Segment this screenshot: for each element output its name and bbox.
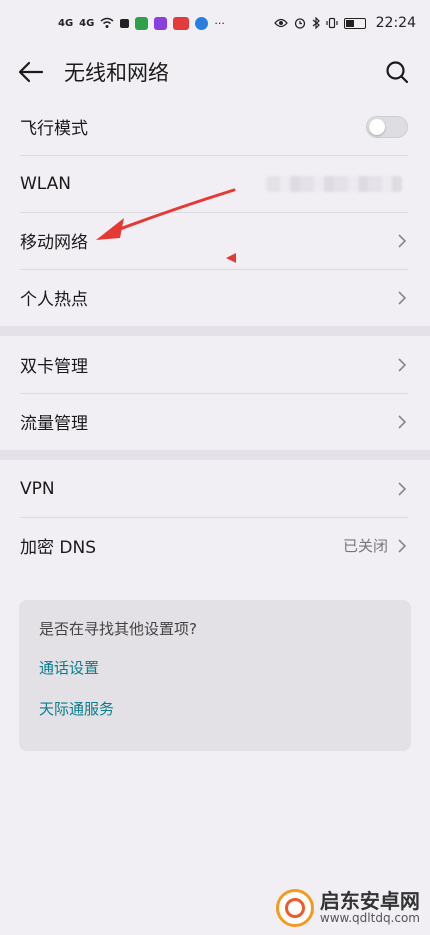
app-header: 无线和网络: [0, 46, 430, 98]
setting-label: 双卡管理: [20, 357, 88, 377]
chevron-right-icon: [396, 289, 408, 307]
setting-dual-sim[interactable]: 双卡管理: [0, 336, 430, 393]
setting-label: WLAN: [20, 173, 72, 194]
chevron-right-icon: [396, 480, 408, 498]
chevron-right-icon: [396, 537, 408, 555]
setting-label: 流量管理: [20, 414, 88, 434]
setting-encrypted-dns[interactable]: 加密 DNS 已关闭: [0, 517, 430, 574]
bluetooth-icon: [312, 17, 320, 29]
wlan-network-name-blurred: [266, 175, 402, 192]
signal-icon-sim1: 4G: [58, 17, 74, 29]
settings-group-network: 飞行模式 WLAN 移动网络 个人热点: [0, 98, 430, 326]
battery-icon: [343, 17, 366, 29]
setting-label: 飞行模式: [20, 119, 88, 139]
app-badge-icon: [173, 16, 190, 30]
site-watermark: 启东安卓网 www.qdltdq.com: [275, 889, 420, 927]
status-time: 22:24: [375, 15, 416, 31]
setting-data-usage[interactable]: 流量管理: [0, 393, 430, 450]
page-title: 无线和网络: [64, 61, 169, 85]
watermark-name: 启东安卓网: [319, 889, 420, 914]
watermark-url: www.qdltdq.com: [319, 911, 420, 926]
search-icon[interactable]: [382, 57, 412, 87]
app-badge-icon: [154, 16, 168, 30]
setting-label: 个人热点: [20, 290, 88, 310]
chevron-right-icon: [396, 413, 408, 431]
airplane-mode-toggle[interactable]: [366, 115, 408, 138]
suggestion-card: 是否在寻找其他设置项? 通话设置 天际通服务: [19, 600, 411, 751]
status-bar: 4G 4G ··· 22:24: [0, 0, 430, 46]
setting-hotspot[interactable]: 个人热点: [0, 269, 430, 326]
setting-airplane-mode[interactable]: 飞行模式: [0, 98, 430, 155]
alarm-icon: [294, 18, 305, 29]
toggle-knob: [369, 118, 385, 135]
signal-icon-sim2: 4G: [79, 17, 95, 29]
chevron-right-icon: [396, 232, 408, 250]
section-divider: [0, 326, 430, 336]
setting-value: 已关闭: [342, 537, 388, 555]
app-badge-icon: [195, 16, 209, 30]
watermark-logo-icon: [275, 889, 314, 927]
setting-label: 加密 DNS: [20, 538, 97, 558]
setting-label: VPN: [20, 478, 55, 499]
app-badge-icon: [135, 16, 149, 30]
setting-wlan[interactable]: WLAN: [0, 155, 430, 212]
chevron-right-icon: [396, 356, 408, 374]
more-notifications-icon: ···: [214, 16, 225, 30]
setting-label: 移动网络: [20, 233, 88, 253]
suggestion-title: 是否在寻找其他设置项?: [39, 620, 197, 638]
link-skytone-service[interactable]: 天际通服务: [39, 698, 391, 719]
link-call-settings[interactable]: 通话设置: [39, 657, 391, 678]
vibrate-icon: [326, 17, 338, 29]
setting-vpn[interactable]: VPN: [0, 460, 430, 517]
settings-group-sim: 双卡管理 流量管理: [0, 336, 430, 450]
settings-group-security: VPN 加密 DNS 已关闭: [0, 460, 430, 574]
section-divider: [0, 450, 430, 460]
wifi-icon: [100, 17, 114, 28]
back-arrow-icon[interactable]: [18, 57, 48, 87]
status-bar-right: 22:24: [273, 15, 416, 31]
setting-mobile-network[interactable]: 移动网络: [0, 212, 430, 269]
eye-icon: [273, 18, 288, 28]
status-bar-left: 4G 4G ···: [58, 16, 225, 30]
app-badge-icon: [120, 18, 130, 28]
